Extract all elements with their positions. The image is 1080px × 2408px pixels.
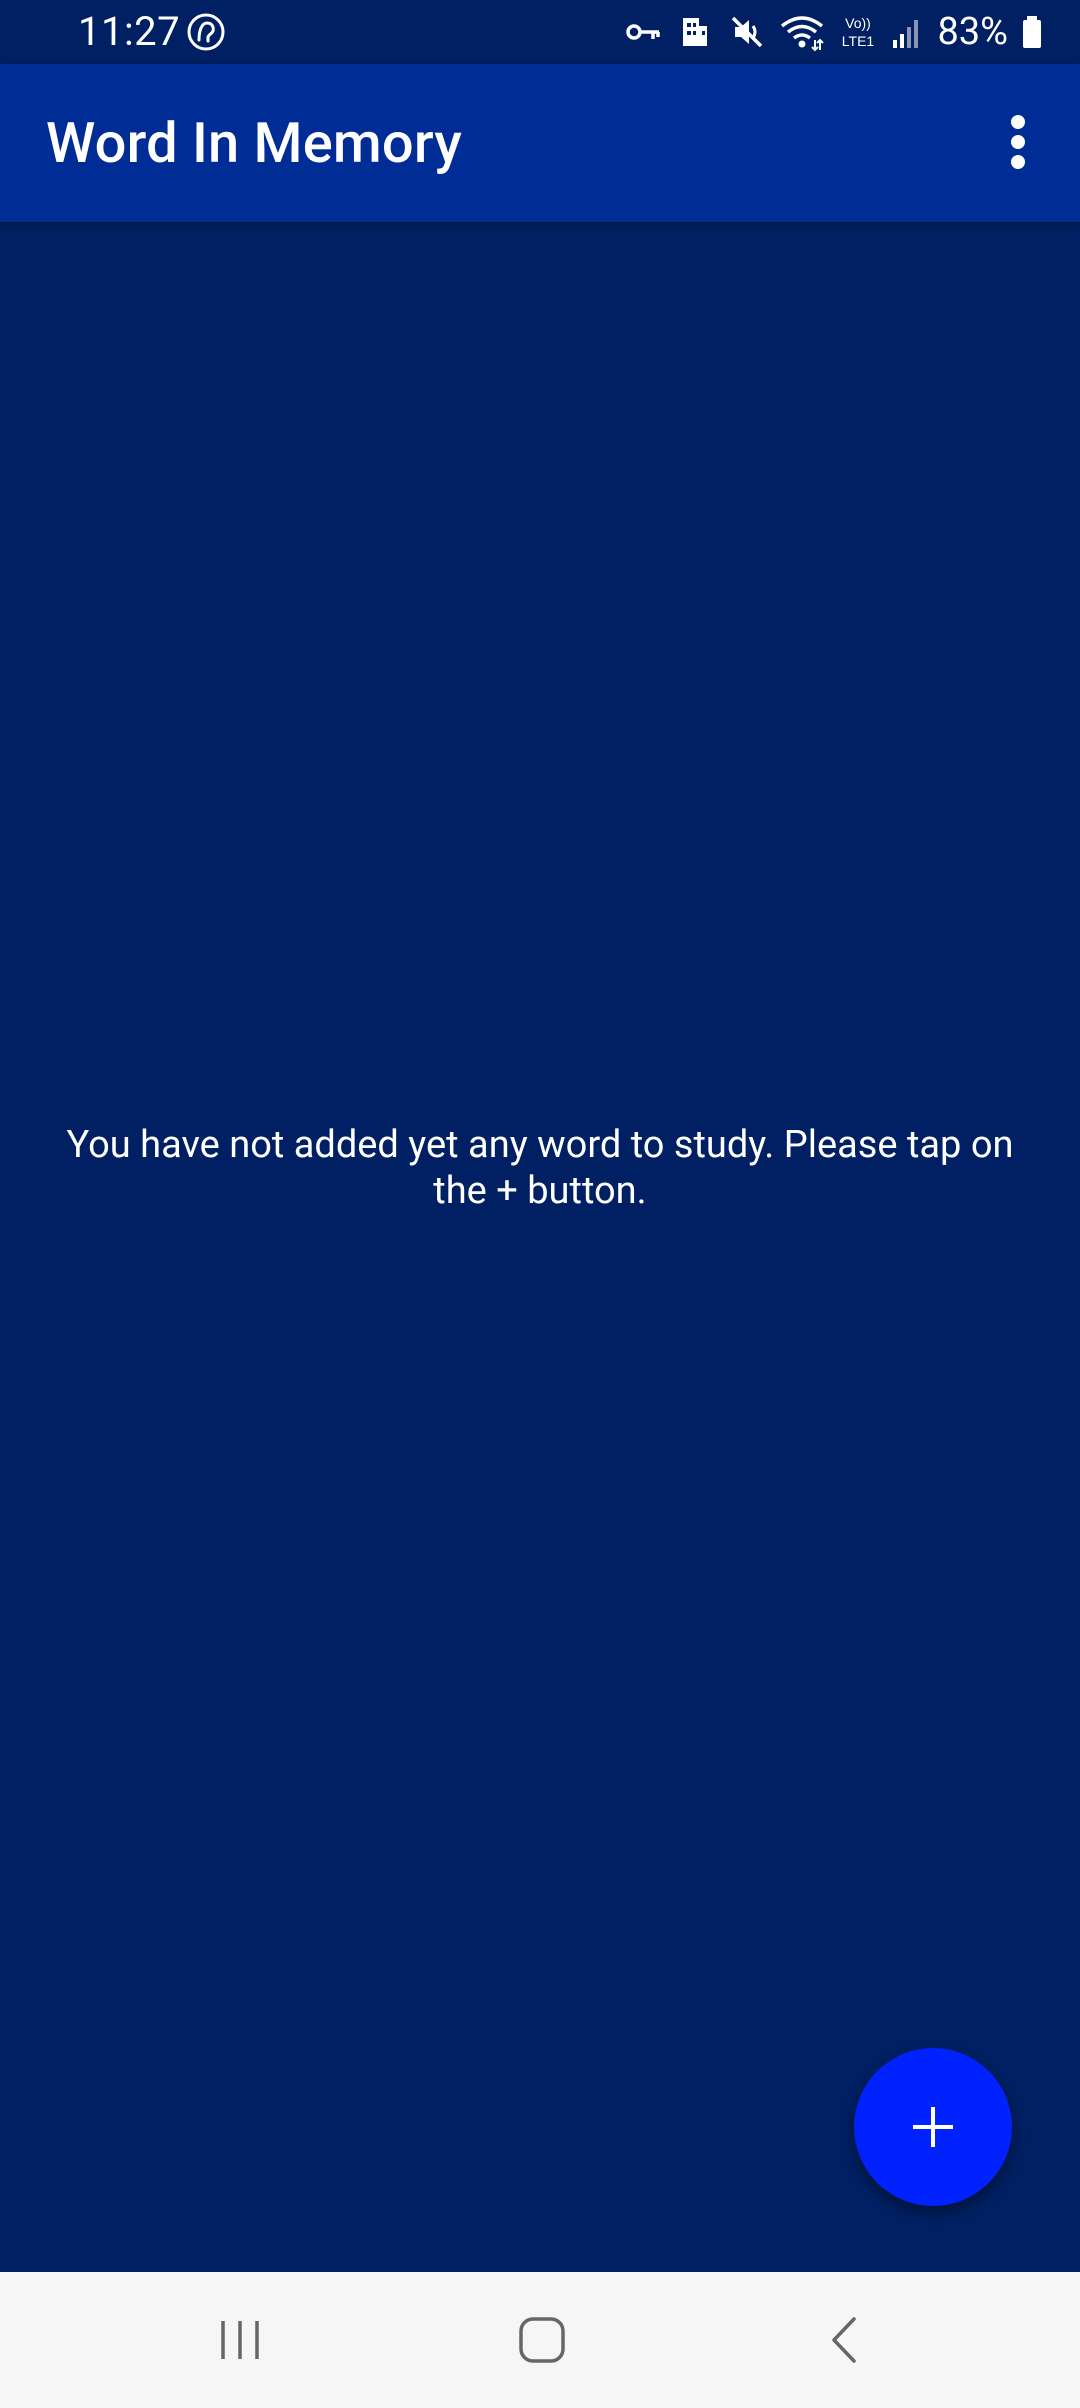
vpn-key-icon xyxy=(623,12,663,52)
screen: 11:27 Vo)) LTE1 83% Word In Memory You h… xyxy=(0,0,1080,2408)
app-bar: Word In Memory xyxy=(0,64,1080,222)
add-word-button[interactable] xyxy=(854,2048,1012,2206)
svg-text:Vo)): Vo)) xyxy=(846,15,872,31)
home-button[interactable] xyxy=(482,2300,602,2380)
mute-icon xyxy=(727,12,767,52)
status-time: 11:27 xyxy=(78,8,181,55)
signal-icon xyxy=(891,12,921,52)
plus-icon xyxy=(913,2107,953,2147)
back-button[interactable] xyxy=(784,2300,904,2380)
work-profile-icon xyxy=(675,12,715,52)
more-options-button[interactable] xyxy=(970,94,1066,190)
battery-percent: 83% xyxy=(937,10,1008,54)
svg-text:LTE1: LTE1 xyxy=(842,33,875,49)
more-vert-icon xyxy=(1011,115,1025,169)
volte-icon: Vo)) LTE1 xyxy=(837,12,879,52)
status-icons: Vo)) LTE1 83% xyxy=(623,8,1044,56)
wifi-icon xyxy=(779,12,825,52)
app-notification-icon xyxy=(186,12,226,52)
battery-icon xyxy=(1020,12,1044,52)
recents-icon xyxy=(221,2321,259,2359)
empty-state-message: You have not added yet any word to study… xyxy=(66,1123,1014,1213)
recents-button[interactable] xyxy=(180,2300,300,2380)
home-icon xyxy=(519,2317,565,2363)
status-bar: 11:27 Vo)) LTE1 83% xyxy=(0,0,1080,64)
app-title: Word In Memory xyxy=(46,110,462,176)
system-nav-bar xyxy=(0,2272,1080,2408)
back-icon xyxy=(832,2317,856,2363)
